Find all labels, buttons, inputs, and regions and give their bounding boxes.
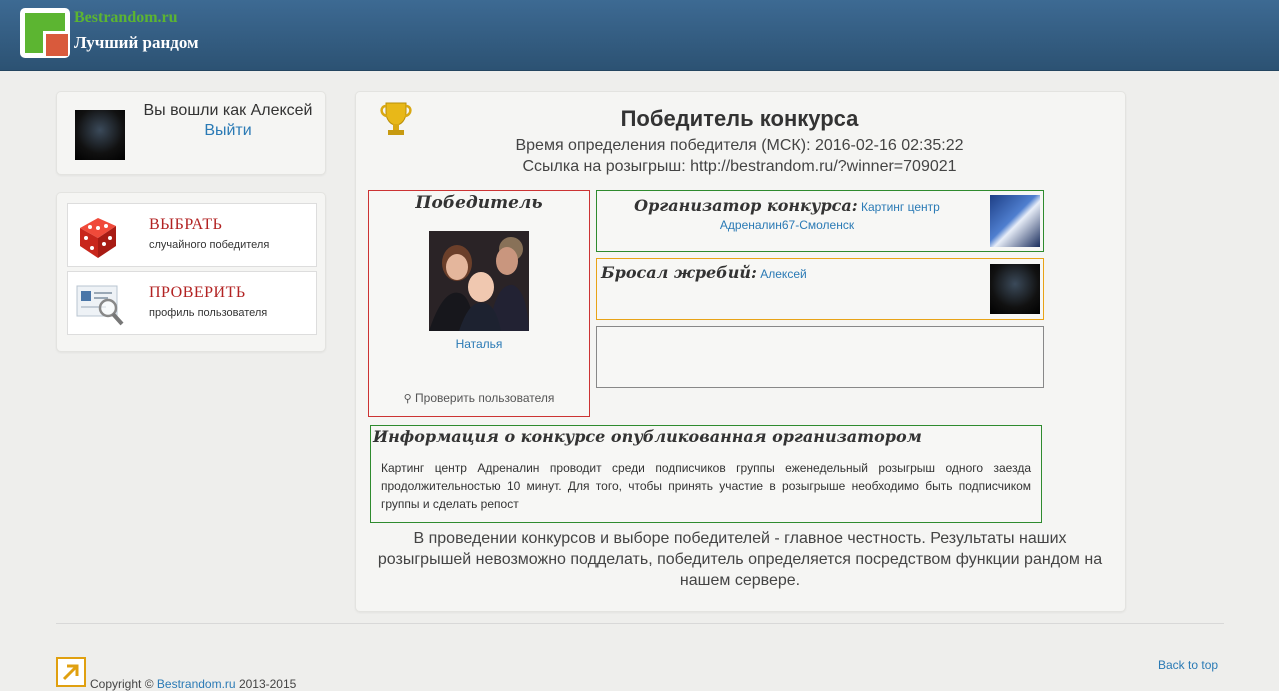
choose-subtitle: случайного победителя <box>149 239 270 251</box>
contest-title: Победитель конкурса <box>620 106 859 131</box>
copyright-prefix: Copyright © <box>90 677 154 691</box>
empty-box <box>596 326 1044 388</box>
organizer-name-line2[interactable]: Адреналин67-Смоленск <box>720 218 854 232</box>
check-title: ПРОВЕРИТЬ <box>149 284 246 301</box>
user-panel: Вы вошли как Алексей Выйти <box>56 91 326 175</box>
site-logo[interactable] <box>20 8 70 58</box>
honesty-text: В проведении конкурсов и выборе победите… <box>377 530 1103 589</box>
organizer-box: Организатор конкурса: Картинг центр Адре… <box>596 190 1044 252</box>
copyright: Copyright © Bestrandom.ru 2013-2015 <box>90 677 296 691</box>
contest-time: Время определения победителя (МСК): 2016… <box>515 137 964 154</box>
check-subtitle: профиль пользователя <box>149 307 268 319</box>
copyright-link[interactable]: Bestrandom.ru <box>157 677 236 691</box>
organizer-name-line1[interactable]: Картинг центр <box>861 200 940 214</box>
footer-divider <box>56 623 1224 624</box>
site-tagline: Лучший рандом <box>74 33 199 52</box>
logo-red-square <box>43 31 68 56</box>
drawer-name-link[interactable]: Алексей <box>760 267 806 281</box>
logout-link[interactable]: Выйти <box>204 122 251 140</box>
choose-title: ВЫБРАТЬ <box>149 216 223 233</box>
organizer-text: Организатор конкурса: Картинг центр Адре… <box>597 197 977 234</box>
winner-box: Победитель Наталья ⚲ Проверить пользоват… <box>368 190 590 417</box>
footer-logo-icon[interactable] <box>56 657 86 687</box>
organizer-heading: Организатор конкурса: <box>634 196 858 215</box>
site-name[interactable]: Bestrandom.ru <box>74 9 178 27</box>
actions-panel: ВЫБРАТЬ случайного победителя ПРОВЕРИТЬ … <box>56 192 326 352</box>
drawer-box: Бросал жребий: Алексей <box>596 258 1044 320</box>
winner-photo[interactable] <box>429 231 529 331</box>
drawer-text: Бросал жребий: Алексей <box>601 263 807 282</box>
site-header: Bestrandom.ru Лучший рандом <box>0 0 1279 71</box>
check-user-link[interactable]: ⚲ Проверить пользователя <box>369 391 589 405</box>
check-user-label: Проверить пользователя <box>415 391 555 405</box>
info-box: Информация о конкурсе опубликованная орг… <box>370 425 1042 523</box>
drawer-heading: Бросал жребий: <box>601 263 757 282</box>
back-to-top-link[interactable]: Back to top <box>1158 658 1218 672</box>
choose-winner-button[interactable]: ВЫБРАТЬ случайного победителя <box>67 203 317 267</box>
user-avatar <box>75 110 125 160</box>
info-heading: Информация о конкурсе опубликованная орг… <box>373 427 922 446</box>
organizer-avatar[interactable] <box>990 195 1040 247</box>
copyright-years: 2013-2015 <box>238 677 297 691</box>
winner-name-link[interactable]: Наталья <box>369 337 589 351</box>
dice-icon <box>76 210 126 265</box>
winner-heading: Победитель <box>415 193 543 213</box>
logged-in-text: Вы вошли как Алексей <box>143 102 313 119</box>
info-text: Картинг центр Адреналин проводит среди п… <box>381 461 1031 511</box>
user-info: Вы вошли как Алексей Выйти <box>133 102 323 140</box>
drawer-avatar[interactable] <box>990 264 1040 314</box>
contest-link: Ссылка на розыгрыш: http://bestrandom.ru… <box>522 158 957 175</box>
profile-magnifier-icon <box>76 282 126 331</box>
check-profile-button[interactable]: ПРОВЕРИТЬ профиль пользователя <box>67 271 317 335</box>
magnifier-icon: ⚲ <box>403 393 412 405</box>
